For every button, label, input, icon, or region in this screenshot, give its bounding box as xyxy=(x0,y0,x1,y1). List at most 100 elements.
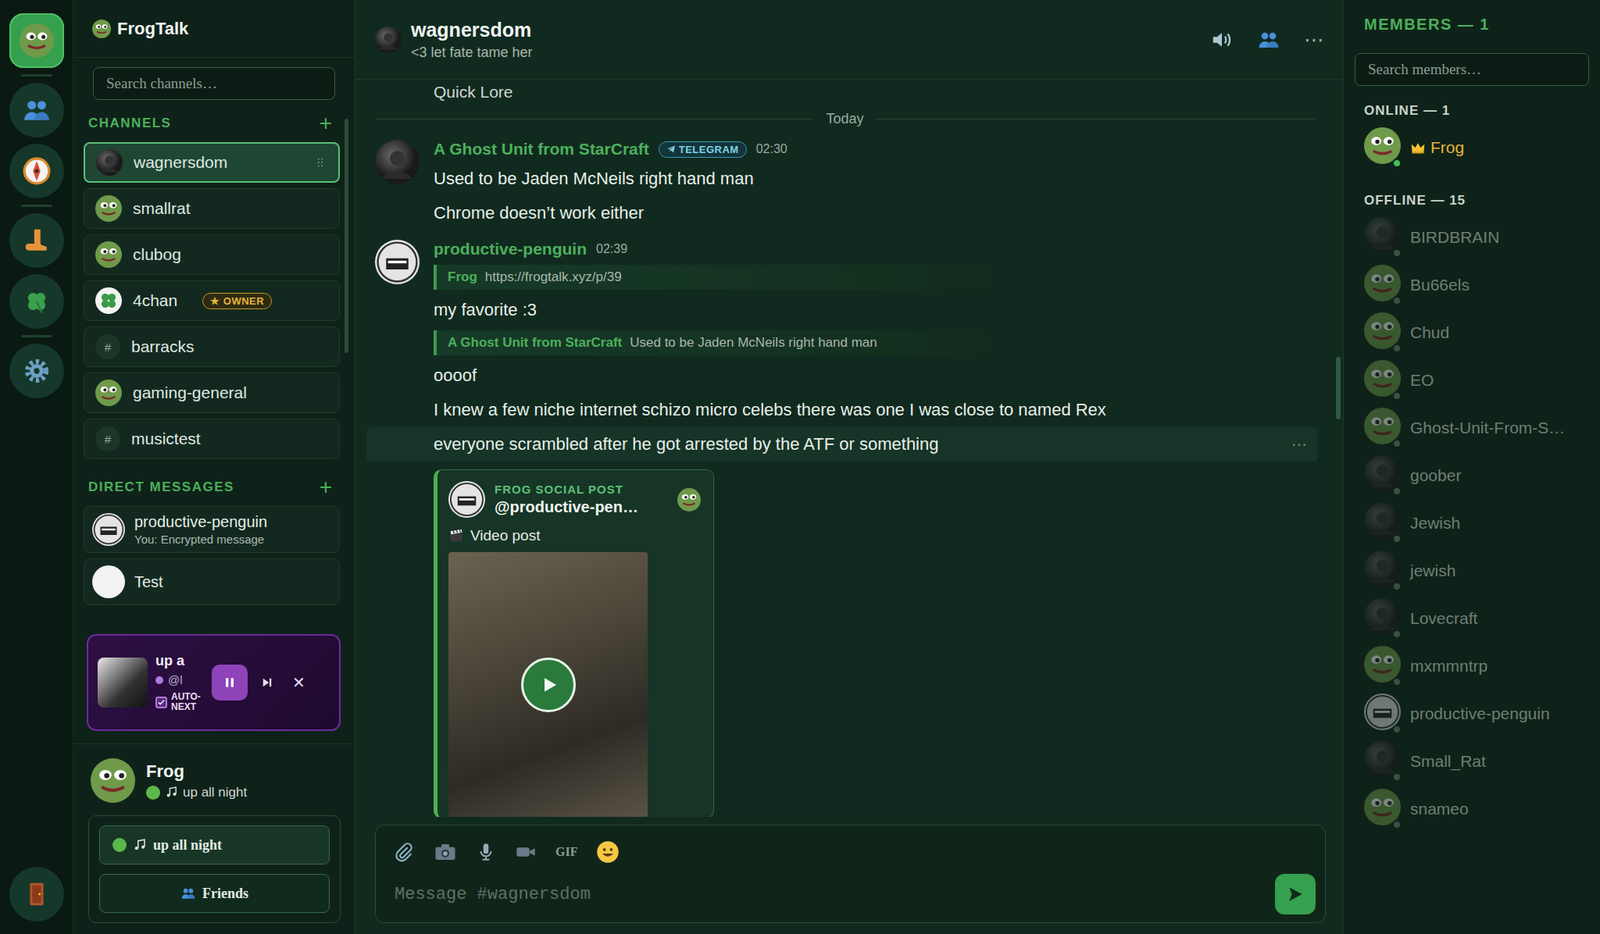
frog-avatar-icon xyxy=(95,241,122,268)
channel-item[interactable]: 4chan★ OWNER xyxy=(83,280,340,322)
rail-item[interactable] xyxy=(9,13,65,68)
play-button[interactable] xyxy=(521,657,576,713)
channel-item[interactable]: smallrat xyxy=(83,188,340,229)
app-title: FrogTalk xyxy=(117,18,189,40)
member-row[interactable]: Lovecraft xyxy=(1354,591,1590,646)
member-row[interactable]: Ghost-Unit-From-S… xyxy=(1354,400,1590,455)
boot-icon xyxy=(21,225,52,256)
rail-item[interactable] xyxy=(9,82,65,138)
paperclip-icon[interactable] xyxy=(392,841,415,864)
previous-message: Quick Lore xyxy=(375,79,1315,104)
speaker-icon[interactable] xyxy=(1210,28,1234,52)
close-player-button[interactable]: ✕ xyxy=(286,673,311,693)
channel-item[interactable]: gaming-general xyxy=(83,372,340,414)
member-section: ONLINE — 1Frog xyxy=(1354,98,1590,176)
message-menu-button[interactable]: ⋯ xyxy=(1291,435,1308,454)
add-dm-button[interactable]: + xyxy=(319,476,333,499)
clover-icon xyxy=(21,286,52,317)
member-row[interactable]: Chud xyxy=(1354,305,1590,360)
member-row[interactable]: Jewish xyxy=(1354,496,1590,550)
video-camera-icon[interactable] xyxy=(514,841,537,864)
user-avatar-icon xyxy=(90,758,136,804)
rail-separator xyxy=(21,204,53,208)
status-box: up all night Friends xyxy=(88,815,341,924)
reply-quote[interactable]: Froghttps://frogtalk.xyz/p/39 xyxy=(433,264,997,290)
send-button[interactable] xyxy=(1275,874,1316,915)
member-row[interactable]: EO xyxy=(1354,353,1590,408)
owner-badge: ★ OWNER xyxy=(202,292,272,310)
rail-item[interactable] xyxy=(9,343,65,399)
message-author[interactable]: productive-penguin xyxy=(433,239,587,259)
member-row[interactable]: Small_Rat xyxy=(1354,734,1590,789)
reply-text: https://frogtalk.xyz/p/39 xyxy=(485,269,622,286)
channel-item[interactable]: clubog xyxy=(83,234,340,275)
play-pause-button[interactable] xyxy=(211,664,248,701)
friends-button[interactable]: Friends xyxy=(99,874,330,914)
rail-item[interactable] xyxy=(9,274,65,329)
message-text: I knew a few niche internet schizo micro… xyxy=(433,400,1315,421)
status-dot xyxy=(1392,534,1402,544)
rail-separator xyxy=(21,74,53,77)
frog-avatar-icon xyxy=(95,379,122,407)
channel-item[interactable]: #barracks xyxy=(83,326,340,368)
dm-item[interactable]: productive-penguinYou: Encrypted message xyxy=(83,506,340,554)
member-row[interactable]: jewish xyxy=(1354,543,1590,598)
member-name: Lovecraft xyxy=(1410,609,1478,629)
video-thumbnail[interactable] xyxy=(448,552,648,818)
dm-name: productive-penguin xyxy=(134,513,268,532)
member-row[interactable]: goober xyxy=(1354,448,1590,503)
rail-item[interactable] xyxy=(9,143,65,199)
composer: GIF xyxy=(355,817,1343,934)
gif-button[interactable]: GIF xyxy=(555,845,578,860)
members-icon[interactable] xyxy=(1257,28,1281,52)
emoji-icon[interactable] xyxy=(596,840,620,865)
member-row[interactable]: Frog xyxy=(1354,120,1590,175)
message-text: Chrome doesn’t work either xyxy=(433,203,1315,224)
channel-name: barracks xyxy=(131,337,195,357)
auto-next-checkbox[interactable] xyxy=(155,696,168,709)
track-artist: @l xyxy=(167,673,183,687)
channel-item[interactable]: #musictest xyxy=(83,418,340,460)
logout-button[interactable] xyxy=(9,867,65,922)
artist-dot xyxy=(155,676,164,685)
status-button[interactable]: up all night xyxy=(99,825,330,865)
microphone-icon[interactable] xyxy=(475,842,497,863)
date-label: Today xyxy=(825,110,864,128)
message-text: everyone scrambled after he got arrested… xyxy=(433,434,1292,455)
clapper-icon xyxy=(448,528,465,544)
status-dot xyxy=(1392,582,1402,592)
section-header: CHANNELS+ xyxy=(83,112,340,135)
member-row[interactable]: productive-penguin xyxy=(1354,686,1590,741)
dm-item[interactable]: Test xyxy=(83,558,340,606)
channel-list: CHANNELS+ wagnersdom smallrat clubog 4chan★ … xyxy=(73,107,355,627)
member-row[interactable]: BIRDBRAIN xyxy=(1354,210,1590,265)
auto-next-toggle[interactable]: AUTO-NEXT xyxy=(155,692,204,712)
rail-item[interactable] xyxy=(9,213,65,268)
reply-quote[interactable]: A Ghost Unit from StarCraftUsed to be Ja… xyxy=(433,330,997,356)
member-row[interactable]: snameo xyxy=(1354,782,1590,836)
more-menu-button[interactable]: ⋯ xyxy=(1303,28,1325,52)
member-section-heading: OFFLINE — 15 xyxy=(1354,192,1590,209)
next-button[interactable] xyxy=(255,675,279,690)
member-row[interactable]: mxmmntrp xyxy=(1354,639,1590,693)
member-row[interactable]: Bu66els xyxy=(1354,257,1590,312)
frog-icon xyxy=(677,488,701,512)
music-player: up a@lAUTO-NEXT✕ xyxy=(86,634,341,732)
user-name: Frog xyxy=(146,761,247,783)
channel-search[interactable] xyxy=(92,67,336,100)
status-dot xyxy=(1392,248,1402,258)
add-channel-button[interactable]: + xyxy=(319,112,333,135)
send-icon xyxy=(1285,884,1306,905)
drag-handle-icon[interactable] xyxy=(313,155,328,170)
message-input[interactable] xyxy=(392,875,1266,915)
member-name: mxmmntrp xyxy=(1410,657,1488,676)
channel-name: clubog xyxy=(132,245,182,265)
scrollbar xyxy=(1333,79,1343,818)
message-line: I knew a few niche internet schizo micro… xyxy=(433,392,1315,428)
member-search[interactable] xyxy=(1354,53,1590,86)
message-author[interactable]: A Ghost Unit from StarCraft xyxy=(433,139,650,159)
camera-icon[interactable] xyxy=(433,840,458,865)
channel-item[interactable]: wagnersdom xyxy=(83,142,340,183)
social-post-embed[interactable]: FROG SOCIAL POST@productive-pen…Video po… xyxy=(433,469,715,818)
frog-icon xyxy=(19,23,54,58)
